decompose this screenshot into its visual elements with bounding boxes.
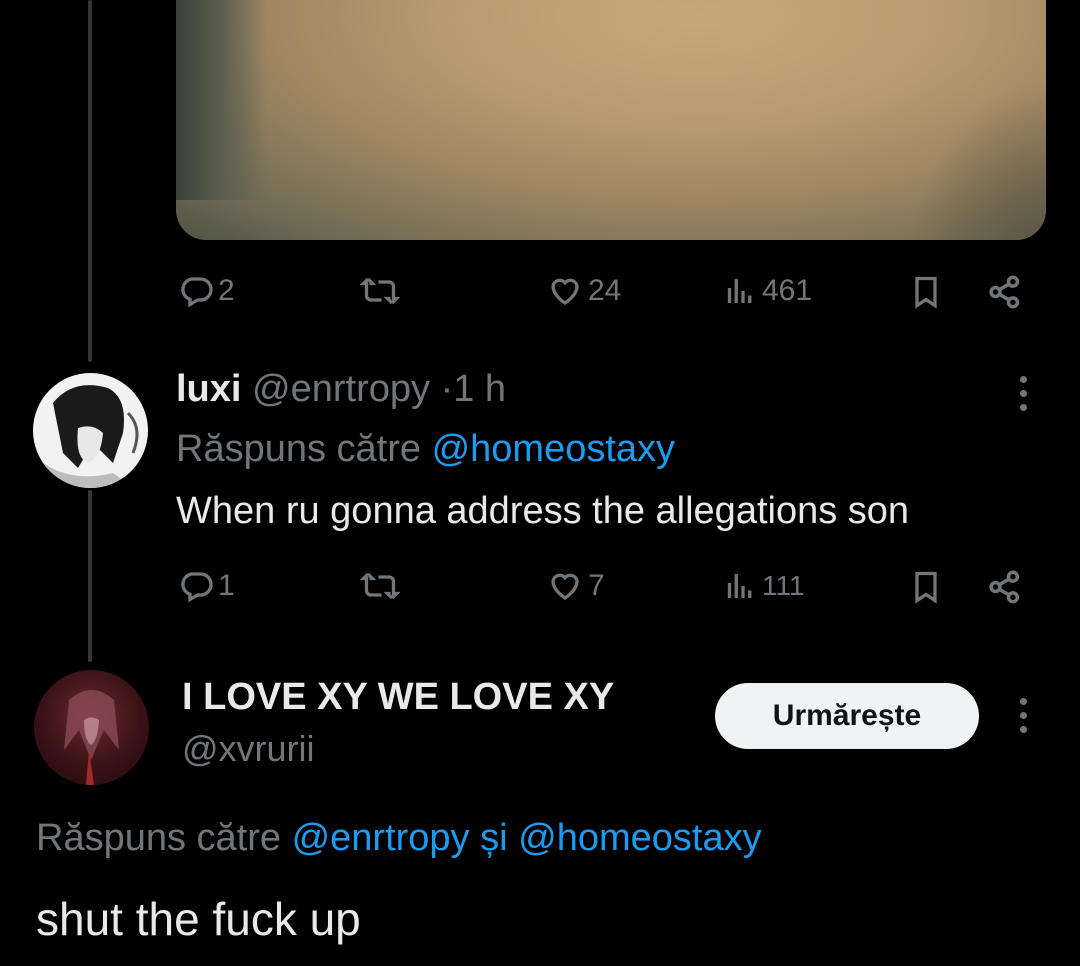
reply-conjunction: și xyxy=(480,817,508,859)
mention-link[interactable]: @homeostaxy xyxy=(518,817,761,859)
reply-prefix: Răspuns către xyxy=(176,428,422,470)
like-button[interactable]: 7 xyxy=(546,568,605,604)
reply-icon xyxy=(181,572,213,603)
reply-prefix: Răspuns către xyxy=(36,817,282,859)
like-count: 7 xyxy=(588,569,605,602)
bookmark-button[interactable] xyxy=(908,568,944,606)
handle[interactable]: @xvrurii xyxy=(182,728,315,770)
separator: · xyxy=(440,368,454,410)
bookmark-icon xyxy=(915,276,937,309)
retweet-icon xyxy=(360,277,400,305)
reply-context: Răspuns către @homeostaxy xyxy=(176,428,675,471)
more-icon[interactable] xyxy=(1018,376,1028,411)
handle[interactable]: @enrtropy xyxy=(252,368,430,410)
mention-link[interactable]: @homeostaxy xyxy=(432,428,675,470)
views-button[interactable]: 461 xyxy=(722,273,812,309)
views-count: 461 xyxy=(762,274,813,307)
avatar[interactable] xyxy=(33,373,148,488)
tweet-media-image[interactable] xyxy=(176,0,1046,240)
views-icon xyxy=(727,279,752,303)
reply-count: 2 xyxy=(218,274,235,307)
like-button[interactable]: 24 xyxy=(546,273,621,309)
bookmark-icon xyxy=(915,571,937,604)
bookmark-button[interactable] xyxy=(908,273,944,311)
display-name[interactable]: luxi xyxy=(176,368,241,410)
like-icon xyxy=(551,573,579,600)
reply-context: Răspuns către @enrtropy și @homeostaxy xyxy=(36,817,762,860)
timestamp[interactable]: 1 h xyxy=(453,368,506,410)
tweet-text: When ru gonna address the allegations so… xyxy=(176,490,910,532)
thread-line xyxy=(88,490,92,662)
reply-count: 1 xyxy=(218,569,235,602)
share-icon xyxy=(989,275,1020,309)
views-button[interactable]: 111 xyxy=(722,568,805,604)
share-icon xyxy=(989,570,1020,604)
display-name[interactable]: I LOVE XY WE LOVE XY xyxy=(182,676,614,719)
share-button[interactable] xyxy=(986,273,1024,311)
retweet-button[interactable] xyxy=(360,273,400,309)
reply-button[interactable]: 2 xyxy=(178,273,235,309)
avatar[interactable] xyxy=(34,670,149,785)
retweet-icon xyxy=(360,572,400,600)
reply-icon xyxy=(181,277,213,308)
tweet-header: luxi @enrtropy ·1 h xyxy=(176,368,506,411)
more-icon[interactable] xyxy=(1018,698,1028,733)
like-icon xyxy=(551,278,579,305)
views-count: 111 xyxy=(762,570,805,601)
tweet-text: shut the fuck up xyxy=(36,893,361,945)
thread-line xyxy=(88,0,92,362)
views-icon xyxy=(727,574,752,598)
follow-button[interactable]: Urmărește xyxy=(715,683,979,749)
reply-button[interactable]: 1 xyxy=(178,568,235,604)
like-count: 24 xyxy=(588,274,622,307)
share-button[interactable] xyxy=(986,568,1024,606)
retweet-button[interactable] xyxy=(360,568,400,604)
mention-link[interactable]: @enrtropy xyxy=(292,817,470,859)
